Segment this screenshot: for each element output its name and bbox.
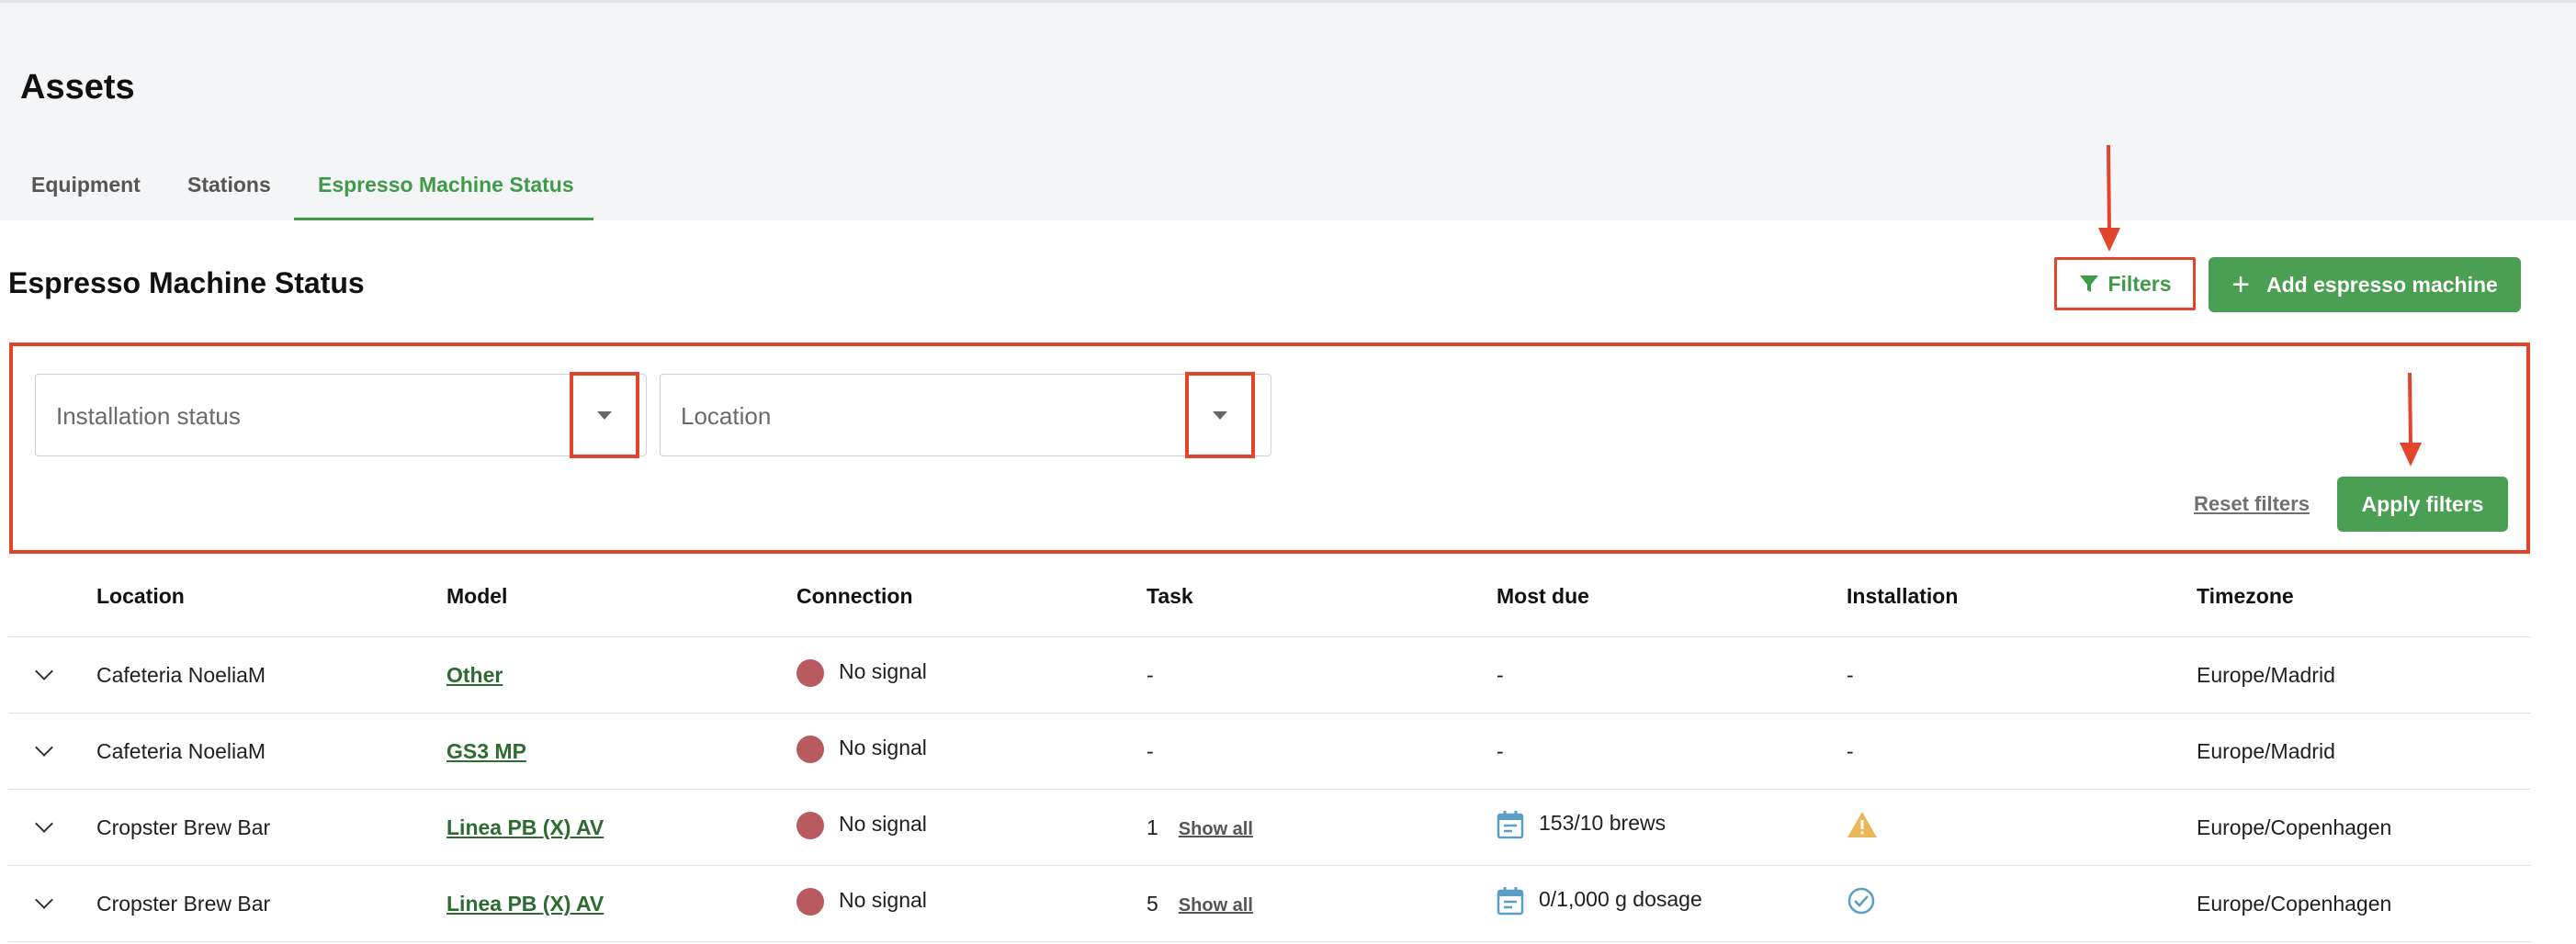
- expand-row-chevron-icon[interactable]: [35, 891, 53, 909]
- column-header-location: Location: [96, 584, 185, 608]
- row-task: -: [1147, 663, 1154, 687]
- column-header-connection: Connection: [797, 584, 913, 608]
- connection-status-dot: [797, 888, 824, 916]
- row-task-count: 1: [1147, 815, 1158, 839]
- row-model-link[interactable]: Linea PB (X) AV: [446, 892, 604, 916]
- plus-icon: +: [2231, 267, 2251, 302]
- table-row[interactable]: Cafeteria NoeliaM Other No signal - - - …: [8, 637, 2531, 714]
- row-connection: No signal: [839, 812, 927, 837]
- row-timezone: Europe/Copenhagen: [2197, 815, 2392, 839]
- page-title: Assets: [20, 68, 135, 107]
- caret-down-icon: [597, 410, 612, 420]
- connection-status-dot: [797, 812, 824, 839]
- row-connection: No signal: [839, 659, 927, 684]
- connection-status-dot: [797, 659, 824, 687]
- installation-status-select[interactable]: Installation status: [35, 374, 647, 456]
- table-row[interactable]: Cropster Brew Bar Linea PB (X) AV No sig…: [8, 790, 2531, 866]
- filter-panel: Installation status Location: [9, 343, 2530, 554]
- connection-status-dot: [797, 736, 824, 763]
- installation-status-placeholder: Installation status: [56, 402, 241, 430]
- row-task-count: 5: [1147, 892, 1158, 916]
- tab-equipment[interactable]: Equipment: [31, 156, 141, 220]
- funnel-icon: [2080, 275, 2099, 292]
- row-most-due: 153/10 brews: [1539, 811, 1666, 836]
- row-most-due: -: [1497, 739, 1504, 763]
- installation-status-dropdown-toggle[interactable]: [570, 372, 639, 458]
- warning-icon: [1847, 812, 1877, 837]
- check-circle-icon: [1847, 887, 1875, 915]
- show-all-tasks-link[interactable]: Show all: [1179, 895, 1253, 916]
- row-model-link[interactable]: Other: [446, 663, 503, 687]
- espresso-machine-table: Location Model Connection Task Most due …: [8, 562, 2531, 942]
- column-header-timezone: Timezone: [2197, 584, 2294, 608]
- row-model-link[interactable]: GS3 MP: [446, 739, 526, 763]
- row-connection: No signal: [839, 888, 927, 913]
- column-header-model: Model: [446, 584, 508, 608]
- calendar-icon: [1497, 811, 1524, 839]
- column-header-installation: Installation: [1847, 584, 1959, 608]
- row-timezone: Europe/Madrid: [2197, 739, 2335, 763]
- reset-filters-link[interactable]: Reset filters: [2194, 492, 2310, 516]
- row-location: Cropster Brew Bar: [96, 815, 271, 839]
- filters-button[interactable]: Filters: [2054, 257, 2196, 310]
- table-header: Location Model Connection Task Most due …: [8, 562, 2531, 637]
- section-title: Espresso Machine Status: [8, 266, 365, 299]
- row-most-due: 0/1,000 g dosage: [1539, 887, 1702, 912]
- table-row[interactable]: Cafeteria NoeliaM GS3 MP No signal - - -…: [8, 714, 2531, 790]
- row-timezone: Europe/Copenhagen: [2197, 892, 2392, 916]
- row-installation: -: [1847, 663, 1854, 687]
- location-select[interactable]: Location: [660, 374, 1271, 456]
- row-model-link[interactable]: Linea PB (X) AV: [446, 815, 604, 839]
- tab-stations[interactable]: Stations: [187, 156, 271, 220]
- show-all-tasks-link[interactable]: Show all: [1179, 819, 1253, 839]
- filters-label: Filters: [2107, 271, 2172, 296]
- annotation-arrow-filters: [2098, 145, 2120, 252]
- row-location: Cafeteria NoeliaM: [96, 739, 266, 763]
- row-installation: -: [1847, 739, 1854, 763]
- add-espresso-machine-label: Add espresso machine: [2266, 272, 2498, 297]
- row-connection: No signal: [839, 736, 927, 760]
- row-location: Cropster Brew Bar: [96, 892, 271, 916]
- add-espresso-machine-button[interactable]: + Add espresso machine: [2209, 257, 2521, 312]
- expand-row-chevron-icon[interactable]: [35, 738, 53, 757]
- tab-espresso-machine-status[interactable]: Espresso Machine Status: [294, 156, 593, 220]
- column-header-most-due: Most due: [1497, 584, 1589, 608]
- annotation-arrow-apply: [2400, 373, 2422, 466]
- location-dropdown-toggle[interactable]: [1185, 372, 1255, 458]
- table-row[interactable]: Cropster Brew Bar Linea PB (X) AV No sig…: [8, 866, 2531, 942]
- row-timezone: Europe/Madrid: [2197, 663, 2335, 687]
- expand-row-chevron-icon[interactable]: [35, 662, 53, 680]
- row-task: -: [1147, 739, 1154, 763]
- apply-filters-button[interactable]: Apply filters: [2337, 477, 2508, 532]
- column-header-task: Task: [1147, 584, 1193, 608]
- calendar-icon: [1497, 887, 1524, 916]
- expand-row-chevron-icon[interactable]: [35, 815, 53, 833]
- row-location: Cafeteria NoeliaM: [96, 663, 266, 687]
- row-most-due: -: [1497, 663, 1504, 687]
- location-placeholder: Location: [681, 402, 772, 430]
- caret-down-icon: [1213, 410, 1227, 420]
